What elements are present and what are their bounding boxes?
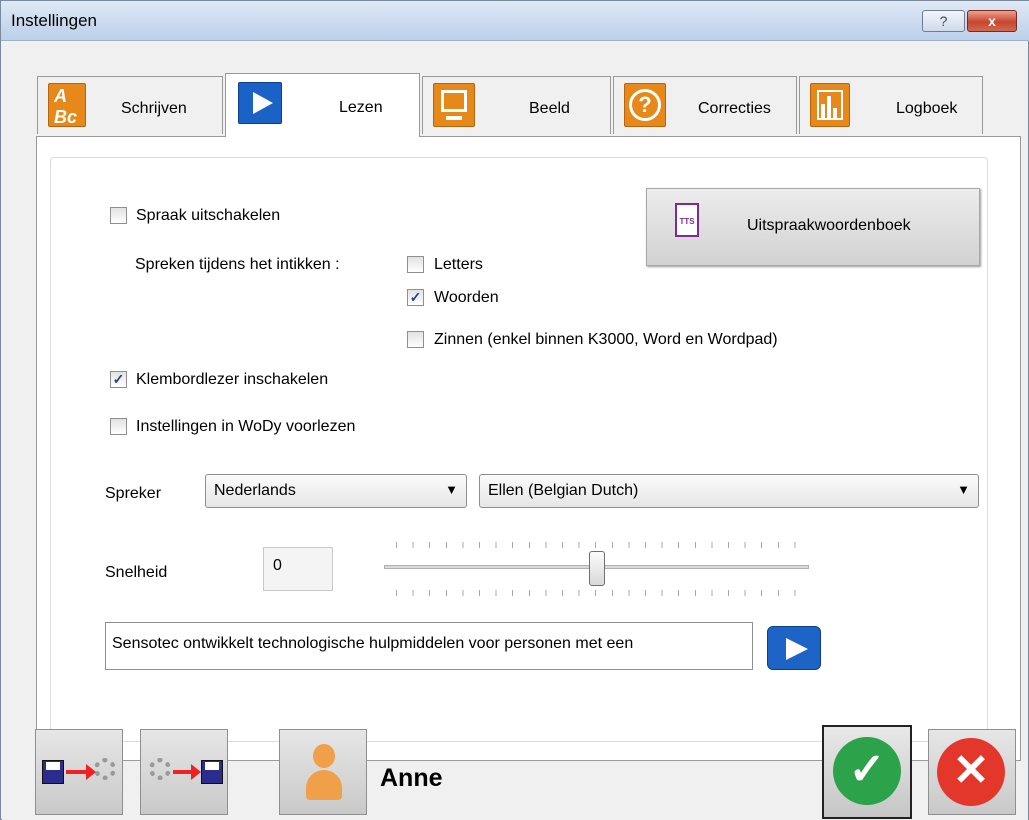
question-icon: ? — [624, 83, 666, 127]
chevron-down-icon: ▼ — [957, 482, 970, 497]
cross-icon: ✕ — [937, 738, 1005, 806]
tts-dictionary-icon: TTS — [675, 203, 699, 237]
export-settings-button[interactable] — [35, 729, 123, 815]
play-icon — [238, 82, 282, 124]
tab-logboek[interactable]: Logboek — [799, 76, 983, 134]
uitspraakwoordenboek-label: Uitspraakwoordenboek — [747, 217, 911, 234]
voice-select-value: Ellen (Belgian Dutch) — [488, 482, 639, 499]
letters-label: Letters — [434, 256, 483, 273]
checkmark-icon: ✓ — [833, 737, 901, 805]
monitor-icon — [433, 83, 475, 127]
klembordlezer-checkbox[interactable] — [110, 371, 127, 388]
klembordlezer-label: Klembordlezer inschakelen — [136, 371, 329, 388]
question-icon-text: ? — [629, 89, 661, 121]
spraak-uitschakelen-checkbox[interactable] — [110, 207, 127, 224]
floppy-to-gear-icon — [42, 754, 118, 792]
sample-text-input[interactable]: Sensotec ontwikkelt technologische hulpm… — [105, 622, 753, 670]
close-button[interactable]: x — [967, 10, 1017, 32]
tab-schrijven[interactable]: A Bc Schrijven — [37, 76, 223, 134]
spreker-label: Spreker — [105, 485, 162, 502]
settings-window: Instellingen ? x A Bc Schrijven Lezen Be… — [0, 0, 1029, 820]
ok-button[interactable]: ✓ — [822, 725, 912, 819]
voice-select[interactable]: Ellen (Belgian Dutch) ▼ — [479, 474, 979, 508]
language-select-value: Nederlands — [214, 482, 296, 499]
import-settings-button[interactable] — [140, 729, 228, 815]
slider-ticks-bottom — [396, 590, 796, 596]
woorden-checkbox[interactable] — [407, 289, 424, 306]
tab-label: Lezen — [339, 99, 383, 116]
wody-checkbox[interactable] — [110, 418, 127, 435]
spraak-uitschakelen-label: Spraak uitschakelen — [136, 207, 281, 224]
tab-label: Correcties — [698, 100, 771, 117]
zinnen-label: Zinnen (enkel binnen K3000, Word en Word… — [434, 331, 778, 348]
snelheid-value-box: 0 — [263, 547, 333, 591]
slider-ticks-top — [396, 542, 796, 548]
language-select[interactable]: Nederlands ▼ — [205, 474, 467, 508]
letters-checkbox[interactable] — [407, 256, 424, 273]
tab-label: Schrijven — [121, 100, 187, 117]
window-title: Instellingen — [11, 11, 98, 30]
snelheid-slider-thumb[interactable] — [588, 551, 605, 586]
woorden-label: Woorden — [434, 289, 499, 306]
sample-text-value: Sensotec ontwikkelt technologische hulpm… — [112, 635, 634, 652]
tab-beeld[interactable]: Beeld — [422, 76, 611, 134]
tab-label: Logboek — [896, 100, 958, 117]
play-sample-button[interactable] — [767, 626, 821, 670]
tts-icon-text: TTS — [679, 217, 695, 226]
cancel-button[interactable]: ✕ — [928, 729, 1016, 815]
chevron-down-icon: ▼ — [445, 482, 458, 497]
user-icon — [306, 744, 342, 804]
spreken-label: Spreken tijdens het intikken : — [135, 256, 340, 273]
tab-lezen[interactable]: Lezen — [225, 73, 420, 137]
snelheid-value: 0 — [273, 557, 282, 574]
window-client: A Bc Schrijven Lezen Beeld ? Correcties — [2, 42, 1028, 820]
abc-icon-text: A Bc — [54, 86, 78, 127]
zinnen-checkbox[interactable] — [407, 331, 424, 348]
help-button[interactable]: ? — [922, 10, 965, 32]
snelheid-label: Snelheid — [105, 564, 168, 581]
wody-label: Instellingen in WoDy voorlezen — [136, 418, 356, 435]
tab-correcties[interactable]: ? Correcties — [613, 76, 797, 134]
uitspraakwoordenboek-button[interactable]: TTS Uitspraakwoordenboek — [646, 188, 980, 266]
gear-to-floppy-icon — [147, 754, 223, 792]
user-profile-button[interactable] — [279, 729, 367, 815]
tab-label: Beeld — [529, 100, 570, 117]
abc-icon: A Bc — [48, 83, 86, 127]
bar-chart-icon — [810, 83, 850, 127]
title-bar: Instellingen ? x — [1, 1, 1029, 41]
user-name: Anne — [380, 764, 443, 792]
